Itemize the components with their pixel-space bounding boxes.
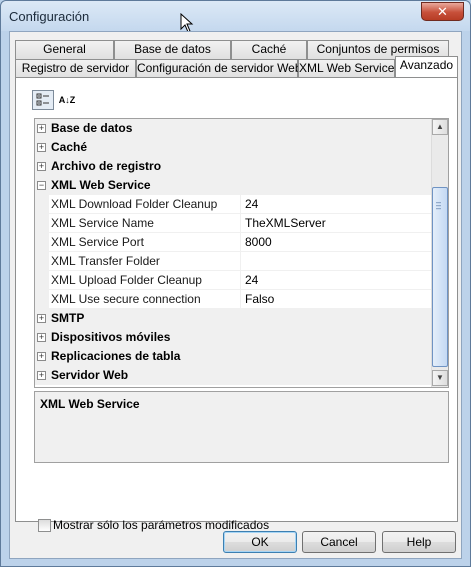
property-grid-rows: + Base de datos + Caché + Archivo de registro… — [35, 119, 431, 385]
row-gutter — [35, 214, 49, 233]
alphabetical-sort-icon: A↓Z — [58, 95, 76, 105]
title-bar[interactable]: Configuración ✕ — [1, 1, 470, 31]
close-icon: ✕ — [437, 4, 448, 19]
tab-panel-avanzado: A↓Z + Base de datos + Caché + Archivo de regi… — [15, 77, 458, 532]
scrollbar-thumb[interactable] — [432, 187, 448, 367]
row-gutter — [35, 233, 49, 252]
scroll-up-button[interactable]: ▲ — [432, 119, 448, 135]
row-gutter — [35, 290, 49, 309]
category-label: XML Web Service — [51, 178, 151, 192]
tab-cache[interactable]: Caché — [231, 40, 307, 59]
dialog-window: Configuración ✕ General Base de datos Ca… — [0, 0, 471, 567]
row-gutter — [35, 252, 49, 271]
property-value[interactable]: 8000 — [245, 235, 272, 249]
property-name: XML Upload Folder Cleanup — [51, 273, 202, 287]
mouse-cursor-icon — [180, 13, 194, 33]
column-divider — [240, 195, 241, 214]
tab-label: Base de datos — [134, 42, 211, 56]
category-label: Caché — [51, 140, 88, 154]
row-gutter — [35, 195, 49, 214]
category-label: Base de datos — [51, 121, 133, 135]
tab-label: Caché — [251, 42, 287, 56]
tab-general[interactable]: General — [15, 40, 114, 59]
grip-icon: ‒ ‒ ‒ — [436, 197, 442, 213]
expand-icon[interactable]: + — [37, 162, 46, 171]
window-title: Configuración — [9, 9, 90, 24]
grid-property-row[interactable]: XML Service Name TheXMLServer — [35, 214, 431, 233]
column-divider — [240, 233, 241, 252]
cancel-button[interactable]: Cancel — [302, 531, 376, 553]
property-value[interactable]: Falso — [245, 292, 274, 306]
expand-icon[interactable]: + — [37, 371, 46, 380]
grid-category-row[interactable]: + Base de datos — [35, 119, 431, 138]
description-title: XML Web Service — [40, 397, 140, 411]
tab-base-de-datos[interactable]: Base de datos — [114, 40, 231, 59]
property-name: XML Service Port — [51, 235, 144, 249]
dialog-body: General Base de datos Caché Conjuntos de… — [9, 31, 462, 559]
vertical-scrollbar[interactable]: ▲ ‒ ‒ ‒ ▼ — [431, 119, 448, 387]
cancel-button-label: Cancel — [320, 535, 358, 549]
show-modified-label[interactable]: Mostrar sólo los parámetros modificados — [53, 518, 269, 532]
category-label: Servidor Web — [51, 368, 129, 382]
property-value[interactable]: 24 — [245, 197, 258, 211]
expand-icon[interactable]: + — [37, 314, 46, 323]
category-label: SMTP — [51, 311, 85, 325]
property-value[interactable]: 24 — [245, 273, 258, 287]
grid-property-row[interactable]: XML Use secure connection Falso — [35, 290, 431, 309]
tab-label: General — [43, 42, 86, 56]
category-label: Replicaciones de tabla — [51, 349, 181, 363]
show-modified-checkbox[interactable] — [38, 519, 51, 532]
grid-category-row[interactable]: − XML Web Service — [35, 176, 431, 195]
alphabetical-sort-button[interactable]: A↓Z — [56, 90, 78, 110]
tab-label: Configuración de servidor Web — [137, 61, 302, 75]
grid-property-row[interactable]: XML Upload Folder Cleanup 24 — [35, 271, 431, 290]
property-value[interactable]: TheXMLServer — [245, 216, 326, 230]
grid-category-row[interactable]: + Dispositivos móviles — [35, 328, 431, 347]
property-name: XML Use secure connection — [51, 292, 201, 306]
property-name: XML Service Name — [51, 216, 154, 230]
categorized-view-button[interactable] — [32, 90, 54, 110]
grid-property-row[interactable]: XML Transfer Folder — [35, 252, 431, 271]
grid-category-row[interactable]: + Replicaciones de tabla — [35, 347, 431, 366]
column-divider — [240, 290, 241, 309]
scroll-down-button[interactable]: ▼ — [432, 370, 448, 386]
tab-label: Conjuntos de permisos — [316, 42, 440, 56]
grid-category-row[interactable]: + Caché — [35, 138, 431, 157]
tab-label: XML Web Service — [299, 61, 395, 75]
expand-icon[interactable]: + — [37, 124, 46, 133]
category-label: Dispositivos móviles — [51, 330, 171, 344]
ok-button[interactable]: OK — [223, 531, 297, 553]
property-name: XML Download Folder Cleanup — [51, 197, 218, 211]
help-button-label: Help — [406, 535, 432, 549]
expand-icon[interactable]: + — [37, 352, 46, 361]
expand-icon[interactable]: + — [37, 333, 46, 342]
grid-property-row[interactable]: XML Download Folder Cleanup 24 — [35, 195, 431, 214]
column-divider — [240, 271, 241, 290]
help-button[interactable]: Help — [382, 531, 456, 553]
collapse-icon[interactable]: − — [37, 181, 46, 190]
column-divider — [240, 252, 241, 271]
property-grid[interactable]: + Base de datos + Caché + Archivo de registro… — [34, 118, 449, 388]
category-label: Archivo de registro — [51, 159, 162, 173]
categorized-view-icon — [36, 93, 49, 106]
column-divider — [240, 214, 241, 233]
tab-xml-web-service[interactable]: XML Web Service — [298, 59, 395, 78]
grid-property-row[interactable]: XML Service Port 8000 — [35, 233, 431, 252]
grid-category-row[interactable]: + Archivo de registro — [35, 157, 431, 176]
close-button[interactable]: ✕ — [421, 2, 464, 21]
grid-category-row[interactable]: + SMTP — [35, 309, 431, 328]
tab-configuracion-servidor-web[interactable]: Configuración de servidor Web — [136, 59, 302, 78]
grid-category-row[interactable]: + Servidor Web — [35, 366, 431, 385]
tab-label: Avanzado — [399, 58, 454, 72]
tab-registro-de-servidor[interactable]: Registro de servidor — [15, 59, 136, 78]
property-name: XML Transfer Folder — [51, 254, 160, 268]
tab-avanzado[interactable]: Avanzado — [395, 56, 458, 77]
expand-icon[interactable]: + — [37, 143, 46, 152]
row-gutter — [35, 271, 49, 290]
description-panel: XML Web Service — [34, 391, 449, 463]
tab-label: Registro de servidor — [21, 61, 130, 75]
ok-button-label: OK — [251, 535, 269, 549]
